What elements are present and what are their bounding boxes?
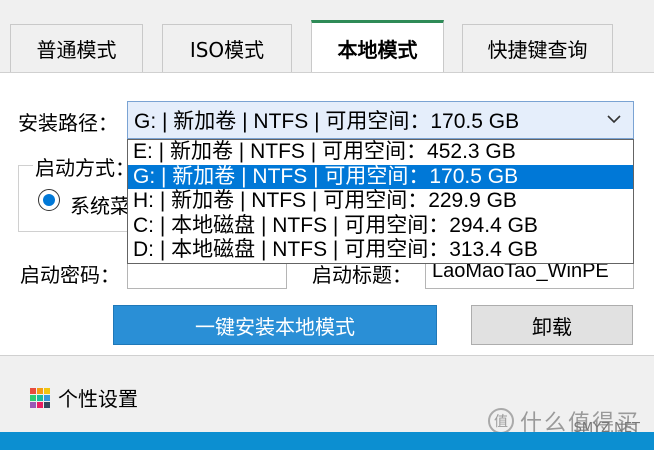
color-palette-icon [30,387,50,408]
install-path-label: 安装路径： [18,111,118,135]
bottom-status-bar [0,432,654,450]
drive-option[interactable]: H: | 新加卷 | NTFS | 可用空间：229.9 GB [128,189,633,214]
tab-bar: 普通模式 ISO模式 本地模式 快捷键查询 [0,0,654,73]
tab-label: 快捷键查询 [487,38,588,62]
tab-iso-mode[interactable]: ISO模式 [162,24,292,72]
install-path-selected: G: | 新加卷 | NTFS | 可用空间：170.5 GB [134,110,520,133]
drive-option[interactable]: C: | 本地磁盘 | NTFS | 可用空间：294.4 GB [128,214,633,239]
system-menu-radio[interactable] [38,189,60,211]
tab-local-mode[interactable]: 本地模式 [311,20,444,73]
install-path-combobox[interactable]: G: | 新加卷 | NTFS | 可用空间：170.5 GB [127,101,634,139]
tab-label: 普通模式 [36,38,117,62]
drive-option[interactable]: E: | 新加卷 | NTFS | 可用空间：452.3 GB [128,140,633,165]
personal-settings-link[interactable]: 个性设置 [30,383,138,412]
tab-shortcut-query[interactable]: 快捷键查询 [462,24,613,72]
drive-option[interactable]: D: | 本地磁盘 | NTFS | 可用空间：313.4 GB [128,238,633,263]
personal-settings-label: 个性设置 [58,387,138,411]
drive-option-highlighted[interactable]: G: | 新加卷 | NTFS | 可用空间：170.5 GB [128,164,633,189]
tab-normal-mode[interactable]: 普通模式 [10,24,143,72]
chevron-down-icon [605,110,623,134]
uninstall-button[interactable]: 卸载 [471,305,633,345]
tab-label: 本地模式 [337,37,418,62]
install-local-mode-button[interactable]: 一键安装本地模式 [113,305,437,345]
boot-mode-label: 启动方式： [33,152,137,181]
install-path-dropdown-list: E: | 新加卷 | NTFS | 可用空间：452.3 GB G: | 新加卷… [127,139,634,264]
watermark-badge-icon: 值 [487,408,514,434]
tab-label: ISO模式 [189,38,265,62]
boot-password-label: 启动密码： [20,263,120,287]
system-menu-radio-label: 系统菜 [70,194,130,218]
